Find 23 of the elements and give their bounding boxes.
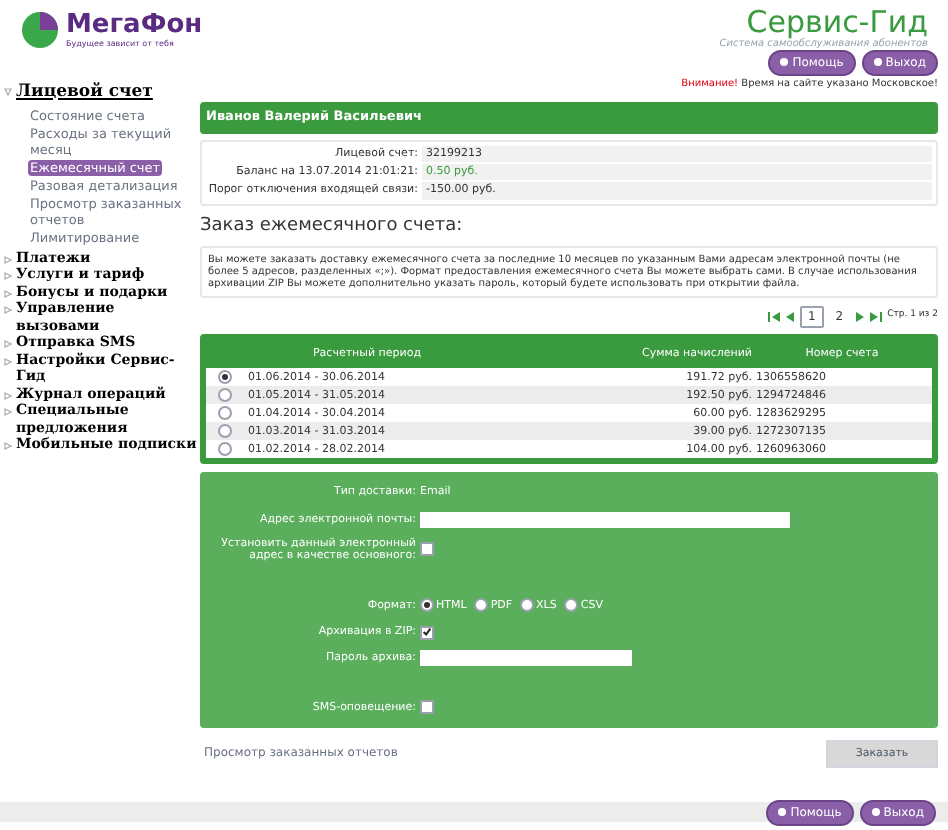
- radio-button[interactable]: [520, 598, 535, 613]
- next-page-icon[interactable]: [855, 312, 864, 322]
- sidebar-item[interactable]: Лицевой счет: [16, 81, 153, 103]
- radio-button[interactable]: [217, 406, 231, 421]
- email-field[interactable]: [420, 511, 790, 528]
- radio-button[interactable]: [474, 598, 489, 613]
- first-page-icon[interactable]: [767, 312, 780, 322]
- checkbox[interactable]: [420, 625, 434, 640]
- logo-name: МегаФон: [66, 12, 203, 39]
- section-heading: Заказ ежемесячного счета:: [200, 213, 465, 239]
- radio-button[interactable]: [217, 442, 231, 457]
- prev-page-icon[interactable]: [785, 312, 794, 322]
- checkbox[interactable]: [420, 542, 434, 557]
- logo-icon: [20, 10, 60, 51]
- radio-button[interactable]: [217, 370, 231, 385]
- service-title: Сервис-Гид: [746, 8, 928, 38]
- radio-button[interactable]: [564, 598, 579, 613]
- radio-button[interactable]: [217, 388, 231, 403]
- radio-button[interactable]: [217, 424, 231, 439]
- password-field[interactable]: [420, 650, 632, 667]
- radio-button[interactable]: [420, 598, 434, 613]
- checkbox[interactable]: [420, 700, 434, 715]
- last-page-icon[interactable]: [869, 312, 882, 322]
